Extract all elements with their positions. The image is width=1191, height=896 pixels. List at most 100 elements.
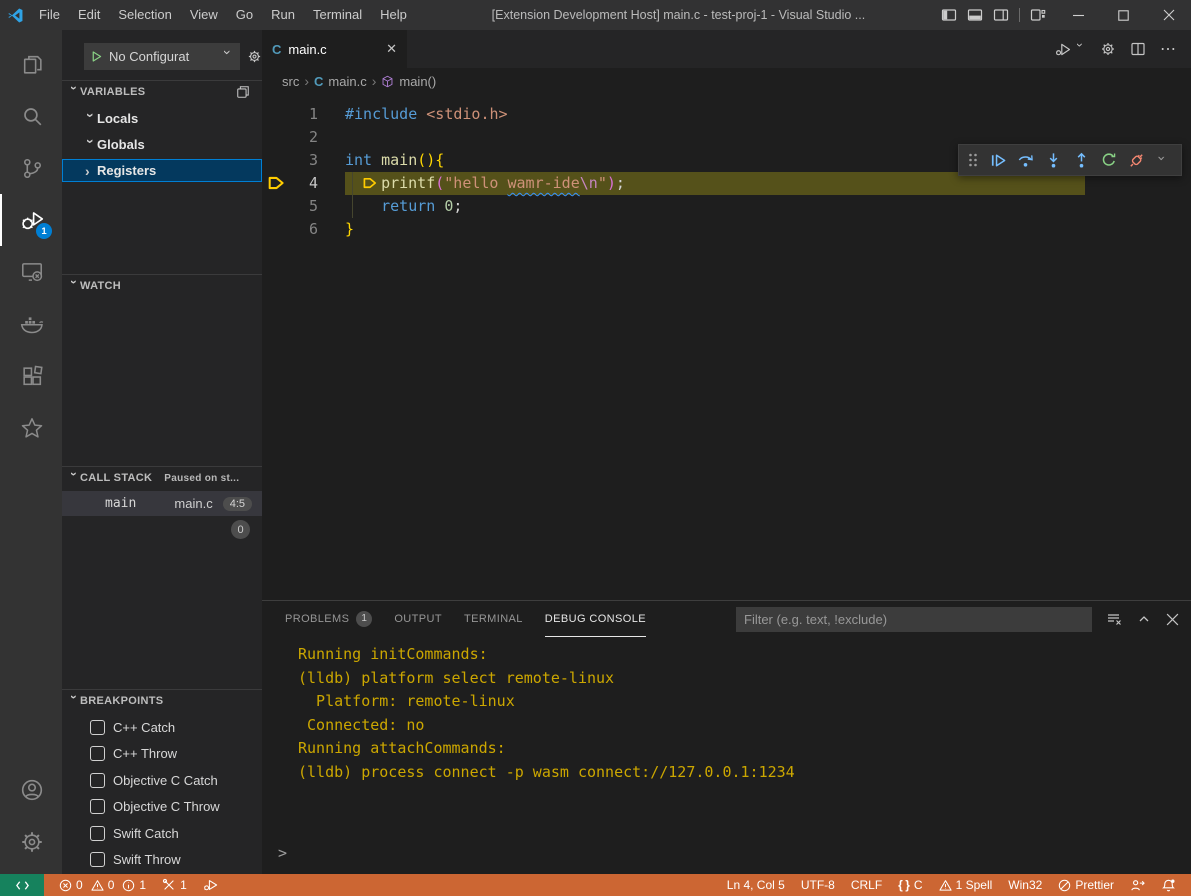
line-col-indicator[interactable]: Ln 4, Col 5 xyxy=(720,874,792,896)
docker-icon[interactable] xyxy=(0,298,62,350)
breadcrumb-folder[interactable]: src xyxy=(282,74,299,89)
disconnect-icon[interactable] xyxy=(1127,151,1146,170)
close-window-button[interactable] xyxy=(1146,0,1191,30)
step-over-icon[interactable] xyxy=(1016,151,1035,170)
breakpoint-row[interactable]: Objective C Throw xyxy=(62,794,262,821)
menu-file[interactable]: File xyxy=(30,0,69,30)
breadcrumb-file[interactable]: main.c xyxy=(328,74,366,89)
remote-indicator[interactable] xyxy=(0,874,44,896)
tools-status[interactable]: 1 xyxy=(155,874,194,896)
breakpoint-checkbox[interactable] xyxy=(90,773,105,788)
line-number[interactable]: 1 xyxy=(262,103,318,126)
watch-section-header[interactable]: › WATCH xyxy=(62,274,262,297)
customize-layout-icon[interactable] xyxy=(1030,7,1046,23)
clear-console-icon[interactable] xyxy=(1106,611,1122,627)
menu-go[interactable]: Go xyxy=(227,0,262,30)
breakpoints-section-header[interactable]: › BREAKPOINTS xyxy=(62,689,262,712)
stack-frame-row[interactable]: main main.c 4:5 xyxy=(62,491,262,516)
line-number[interactable]: 2 xyxy=(262,126,318,149)
copy-icon[interactable] xyxy=(236,85,250,99)
menu-run[interactable]: Run xyxy=(262,0,304,30)
step-out-icon[interactable] xyxy=(1072,151,1091,170)
close-panel-icon[interactable] xyxy=(1166,613,1179,626)
menubar: FileEditSelectionViewGoRunTerminalHelp xyxy=(30,0,416,30)
more-actions-icon[interactable]: ⋯ xyxy=(1160,39,1177,59)
breakpoint-checkbox[interactable] xyxy=(90,720,105,735)
toolbar-drag-grip[interactable] xyxy=(967,152,979,168)
menu-help[interactable]: Help xyxy=(371,0,416,30)
run-and-debug-icon[interactable]: 1 xyxy=(0,194,62,246)
continue-icon[interactable] xyxy=(988,151,1007,170)
line-number[interactable]: 3 xyxy=(262,149,318,172)
step-into-icon[interactable] xyxy=(1044,151,1063,170)
menu-edit[interactable]: Edit xyxy=(69,0,109,30)
panel-tab-output[interactable]: OUTPUT xyxy=(394,601,442,637)
debug-status-icon[interactable] xyxy=(196,874,226,896)
panel-tab-debug-console[interactable]: DEBUG CONSOLE xyxy=(545,601,646,637)
source-control-icon[interactable] xyxy=(0,142,62,194)
launch-config-gear-icon[interactable] xyxy=(247,49,262,64)
line-number[interactable]: 4 xyxy=(262,172,318,195)
close-tab-icon[interactable]: ✕ xyxy=(386,41,397,57)
maximize-panel-icon[interactable] xyxy=(1137,612,1151,626)
feedback-icon[interactable] xyxy=(1123,874,1152,896)
code-line-1[interactable]: 1#include <stdio.h> xyxy=(262,103,1191,126)
restart-icon[interactable] xyxy=(1100,151,1118,169)
line-number[interactable]: 5 xyxy=(262,195,318,218)
settings-gear-icon[interactable] xyxy=(0,816,62,868)
breakpoint-checkbox[interactable] xyxy=(90,799,105,814)
panel-tab-terminal[interactable]: TERMINAL xyxy=(464,601,523,637)
run-or-debug-icon[interactable]: › xyxy=(1055,41,1086,58)
notifications-bell-icon[interactable] xyxy=(1154,874,1183,896)
code-line-5[interactable]: 5 return 0; xyxy=(262,195,1191,218)
breakpoint-row[interactable]: Swift Catch xyxy=(62,820,262,847)
menu-terminal[interactable]: Terminal xyxy=(304,0,371,30)
encoding-indicator[interactable]: UTF-8 xyxy=(794,874,842,896)
breadcrumbs[interactable]: src › C main.c › main() xyxy=(262,68,1191,94)
tab-main-c[interactable]: C main.c ✕ xyxy=(262,30,407,68)
breakpoint-row[interactable]: C++ Throw xyxy=(62,741,262,768)
formatter-indicator[interactable]: Prettier xyxy=(1051,874,1121,896)
menu-selection[interactable]: Selection xyxy=(109,0,180,30)
code-editor[interactable]: › 1#include <stdio.h>23int main(){4 prin… xyxy=(262,94,1191,600)
vscode-logo-icon xyxy=(0,7,30,24)
console-filter-input[interactable] xyxy=(736,607,1092,632)
breakpoint-checkbox[interactable] xyxy=(90,826,105,841)
explorer-icon[interactable] xyxy=(0,38,62,90)
minimize-button[interactable] xyxy=(1056,0,1101,30)
platform-indicator[interactable]: Win32 xyxy=(1001,874,1049,896)
variables-section-header[interactable]: › VARIABLES xyxy=(62,80,262,103)
variables-scope-locals[interactable]: ›Locals xyxy=(62,107,262,130)
call-stack-section-header[interactable]: › CALL STACK Paused on st... xyxy=(62,466,262,489)
variables-scope-globals[interactable]: ›Globals xyxy=(62,133,262,156)
variables-scope-registers[interactable]: ›Registers xyxy=(62,159,262,182)
extensions-icon[interactable] xyxy=(0,350,62,402)
editor-settings-gear-icon[interactable] xyxy=(1100,41,1116,57)
panel-tab-problems[interactable]: PROBLEMS1 xyxy=(285,601,372,637)
problems-status[interactable]: 0 0 1 xyxy=(52,874,153,896)
breakpoint-row[interactable]: C++ Catch xyxy=(62,714,262,741)
menu-view[interactable]: View xyxy=(181,0,227,30)
console-input-prompt[interactable]: > xyxy=(278,844,287,862)
language-indicator[interactable]: { } C xyxy=(891,874,929,896)
eol-indicator[interactable]: CRLF xyxy=(844,874,889,896)
breadcrumb-symbol[interactable]: main() xyxy=(399,74,436,89)
search-icon[interactable] xyxy=(0,90,62,142)
breakpoint-row[interactable]: Objective C Catch xyxy=(62,767,262,794)
breakpoint-checkbox[interactable] xyxy=(90,852,105,867)
breakpoint-checkbox[interactable] xyxy=(90,746,105,761)
split-editor-icon[interactable] xyxy=(1130,41,1146,57)
spell-indicator[interactable]: 1 Spell xyxy=(932,874,1000,896)
breakpoint-row[interactable]: Swift Throw xyxy=(62,847,262,874)
star-extension-icon[interactable] xyxy=(0,402,62,454)
toggle-sidebar-icon[interactable] xyxy=(941,7,957,23)
account-icon[interactable] xyxy=(0,764,62,816)
toggle-panel-icon[interactable] xyxy=(967,7,983,23)
debug-session-chevron-icon[interactable]: › xyxy=(1153,154,1169,166)
line-number[interactable]: 6 xyxy=(262,218,318,241)
toggle-secondary-sidebar-icon[interactable] xyxy=(993,7,1009,23)
debug-config-dropdown[interactable]: No Configurat › xyxy=(84,43,240,70)
remote-explorer-icon[interactable] xyxy=(0,246,62,298)
maximize-button[interactable] xyxy=(1101,0,1146,30)
code-line-6[interactable]: 6} xyxy=(262,218,1191,241)
